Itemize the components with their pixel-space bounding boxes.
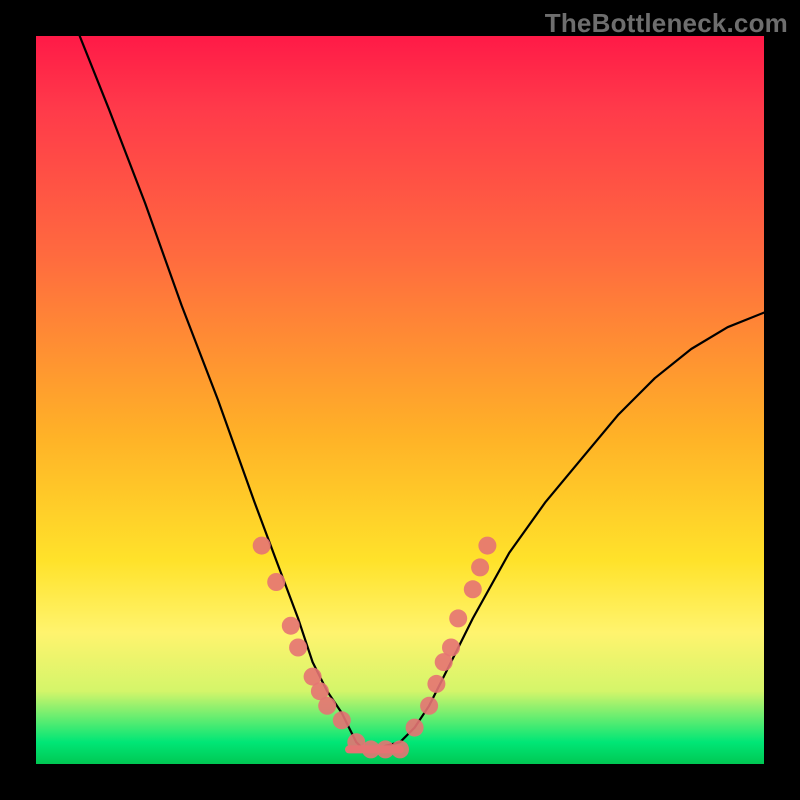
- data-marker: [420, 697, 438, 715]
- data-marker: [471, 558, 489, 576]
- data-marker: [478, 537, 496, 555]
- data-marker: [449, 609, 467, 627]
- data-marker: [289, 639, 307, 657]
- data-marker: [333, 711, 351, 729]
- data-marker: [253, 537, 271, 555]
- data-marker: [464, 580, 482, 598]
- curve-layer: [80, 36, 764, 749]
- watermark-label: TheBottleneck.com: [545, 8, 788, 39]
- data-marker: [406, 719, 424, 737]
- data-marker: [427, 675, 445, 693]
- chart-svg: [36, 36, 764, 764]
- bottleneck-curve: [80, 36, 764, 749]
- data-marker: [282, 617, 300, 635]
- data-marker: [267, 573, 285, 591]
- data-marker: [318, 697, 336, 715]
- chart-frame: TheBottleneck.com: [0, 0, 800, 800]
- plot-area: [36, 36, 764, 764]
- data-marker: [442, 639, 460, 657]
- markers-layer: [253, 537, 497, 759]
